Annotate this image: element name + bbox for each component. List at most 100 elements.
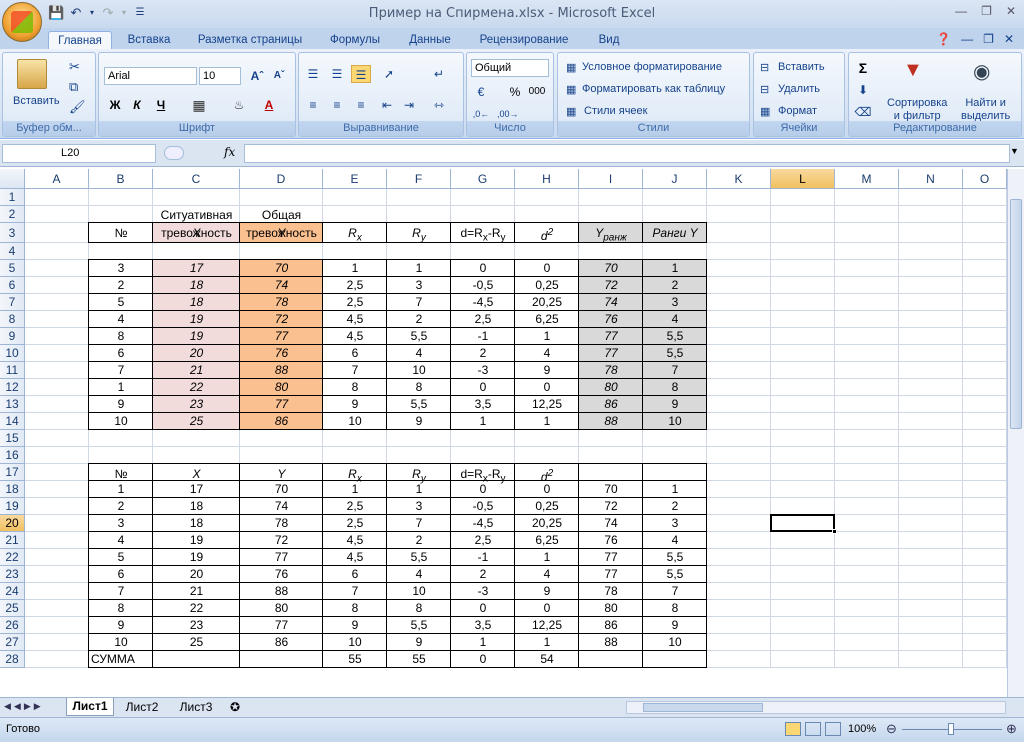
header-x[interactable]: X [153, 226, 240, 240]
column-header-g[interactable]: G [451, 169, 515, 189]
table1-cell[interactable]: 3 [89, 260, 153, 277]
worksheet-grid[interactable]: A B C D E F G H I J K L M N O 1 2 3 4 5 6 7 8 9 10 11 12 13 14 15 16 17… [0, 169, 1007, 697]
table1-cell[interactable]: 10 [387, 362, 451, 379]
table1-cell[interactable]: 72 [579, 277, 643, 294]
table1-cell[interactable]: 9 [643, 396, 707, 413]
row-header-23[interactable]: 23 [0, 566, 25, 583]
table2-cell[interactable]: 6 [323, 566, 387, 583]
insert-sheet-icon[interactable]: ✪ [230, 700, 240, 714]
header-x[interactable]: X [153, 467, 240, 481]
row-header-28[interactable]: 28 [0, 651, 25, 668]
table2-cell[interactable]: 78 [579, 583, 643, 600]
row-header-4[interactable]: 4 [0, 243, 25, 260]
help-icon[interactable]: ❓ [936, 32, 951, 46]
find-select-button[interactable]: Найти и выделить [961, 97, 1010, 123]
tab-view[interactable]: Вид [588, 31, 630, 50]
table2-cell[interactable]: 6 [89, 566, 153, 583]
restore-icon[interactable]: ❐ [981, 4, 992, 18]
table1-cell[interactable]: 2,5 [451, 311, 515, 328]
table2-cell[interactable]: 2 [89, 498, 153, 515]
format-as-table-icon[interactable]: ▦ [566, 83, 576, 96]
table1-cell[interactable]: 3 [643, 294, 707, 311]
table2-cell[interactable]: 7 [323, 583, 387, 600]
header-y-ranked[interactable]: Yранж [579, 226, 643, 245]
row-header-7[interactable]: 7 [0, 294, 25, 311]
table1-cell[interactable]: 8 [643, 379, 707, 396]
table1-cell[interactable]: 5,5 [387, 328, 451, 345]
clear-icon[interactable]: ⌫ [853, 103, 873, 121]
cut-icon[interactable]: ✂ [69, 59, 80, 75]
table1-cell[interactable]: 4 [515, 345, 579, 362]
table2-cell[interactable]: 74 [240, 498, 323, 515]
table2-cell[interactable]: 88 [240, 583, 323, 600]
table1-cell[interactable]: 4,5 [323, 328, 387, 345]
percent-button[interactable]: % [505, 83, 525, 101]
table2-cell[interactable]: 18 [153, 515, 240, 532]
find-select-icon[interactable]: ◉ [973, 59, 990, 84]
row-header-20[interactable]: 20 [0, 515, 25, 532]
column-header-n[interactable]: N [899, 169, 963, 189]
paste-button[interactable]: Вставить [13, 95, 60, 107]
table2-cell[interactable]: 23 [153, 617, 240, 634]
table2-cell[interactable]: 80 [240, 600, 323, 617]
table1-cell[interactable]: 1 [451, 413, 515, 430]
table2-cell[interactable]: 7 [387, 515, 451, 532]
table1-cell[interactable]: 20 [153, 345, 240, 362]
office-button[interactable] [2, 2, 42, 42]
table1-cell[interactable]: 3 [387, 277, 451, 294]
table1-cell[interactable]: 86 [579, 396, 643, 413]
increase-indent-icon[interactable]: ⇥ [399, 96, 419, 114]
table2-cell[interactable]: 1 [323, 481, 387, 498]
table1-cell[interactable]: 0 [515, 260, 579, 277]
table1-cell[interactable]: 76 [240, 345, 323, 362]
cell-styles-button[interactable]: Стили ячеек [584, 105, 647, 117]
sheet-tab-3[interactable]: Лист3 [172, 700, 220, 714]
row-header-3[interactable]: 3 [0, 223, 25, 243]
table2-cell[interactable]: -1 [451, 549, 515, 566]
table1-cell[interactable]: 4,5 [323, 311, 387, 328]
table1-cell[interactable]: 20,25 [515, 294, 579, 311]
table1-cell[interactable]: 12,25 [515, 396, 579, 413]
thousands-button[interactable]: 000 [527, 83, 547, 101]
vertical-scrollbar[interactable] [1007, 169, 1024, 697]
column-header-l[interactable]: L [771, 169, 835, 189]
conditional-formatting-button[interactable]: Условное форматирование [582, 61, 722, 73]
table2-cell[interactable]: 7 [643, 583, 707, 600]
table2-cell[interactable]: 9 [643, 617, 707, 634]
table2-cell[interactable]: 9 [387, 634, 451, 651]
column-header-m[interactable]: M [835, 169, 899, 189]
table2-cell[interactable]: 70 [240, 481, 323, 498]
insert-cells-button[interactable]: Вставить [778, 61, 825, 73]
table1-cell[interactable]: 7 [387, 294, 451, 311]
header-y[interactable]: Y [240, 226, 323, 240]
table2-cell[interactable]: 4,5 [323, 549, 387, 566]
table1-cell[interactable]: 70 [579, 260, 643, 277]
table1-cell[interactable]: 7 [323, 362, 387, 379]
redo-icon[interactable]: ↷ [100, 5, 116, 21]
table1-cell[interactable]: 19 [153, 311, 240, 328]
table2-cell[interactable]: 4 [515, 566, 579, 583]
table2-cell[interactable]: 5,5 [387, 549, 451, 566]
table2-cell[interactable]: 86 [240, 634, 323, 651]
row-header-1[interactable]: 1 [0, 189, 25, 206]
table2-cell[interactable]: 0 [451, 600, 515, 617]
table2-cell[interactable]: 6,25 [515, 532, 579, 549]
column-header-h[interactable]: H [515, 169, 579, 189]
table2-cell[interactable]: 19 [153, 532, 240, 549]
table2-cell[interactable]: 10 [323, 634, 387, 651]
table2-cell[interactable]: 2 [643, 498, 707, 515]
table1-cell[interactable]: 80 [579, 379, 643, 396]
table1-cell[interactable]: 0 [451, 379, 515, 396]
table2-cell[interactable]: 1 [515, 549, 579, 566]
table2-cell[interactable]: 77 [579, 549, 643, 566]
table1-cell[interactable]: 25 [153, 413, 240, 430]
row-header-19[interactable]: 19 [0, 498, 25, 515]
table1-cell[interactable]: 7 [643, 362, 707, 379]
borders-icon[interactable]: ▦ [189, 96, 209, 114]
conditional-formatting-icon[interactable]: ▦ [566, 61, 576, 74]
table2-cell[interactable]: 1 [451, 634, 515, 651]
table2-cell[interactable]: 2 [387, 532, 451, 549]
column-header-f[interactable]: F [387, 169, 451, 189]
table2-cell[interactable]: 7 [89, 583, 153, 600]
font-name-select[interactable]: Arial [104, 67, 197, 85]
